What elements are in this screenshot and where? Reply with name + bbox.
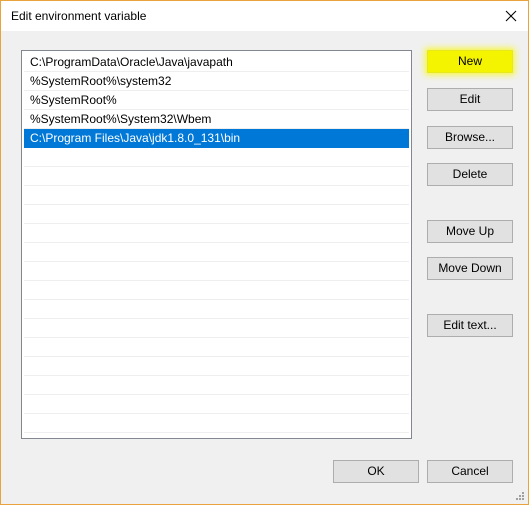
path-list-empty-row[interactable] (24, 338, 409, 357)
path-list-item[interactable]: %SystemRoot%\system32 (24, 72, 409, 91)
path-list-empty-row[interactable] (24, 395, 409, 414)
path-list-empty-row[interactable] (24, 148, 409, 167)
move-down-button[interactable]: Move Down (427, 257, 513, 280)
path-list-empty-row[interactable] (24, 357, 409, 376)
path-list-empty-row[interactable] (24, 224, 409, 243)
path-list-empty-row[interactable] (24, 300, 409, 319)
path-list-empty-row[interactable] (24, 376, 409, 395)
window-title: Edit environment variable (11, 9, 147, 23)
close-button[interactable] (494, 1, 528, 31)
path-list-rows: C:\ProgramData\Oracle\Java\javapath %Syst… (24, 53, 409, 433)
path-list-empty-row[interactable] (24, 281, 409, 300)
path-list-item[interactable]: %SystemRoot%\System32\Wbem (24, 110, 409, 129)
cancel-button[interactable]: Cancel (427, 460, 513, 483)
path-list-item[interactable]: C:\Program Files\Java\jdk1.8.0_131\bin (24, 129, 409, 148)
edit-button[interactable]: Edit (427, 88, 513, 111)
edit-text-button[interactable]: Edit text... (427, 314, 513, 337)
path-list-empty-row[interactable] (24, 186, 409, 205)
browse-button[interactable]: Browse... (427, 126, 513, 149)
close-icon (505, 10, 517, 22)
path-list-empty-row[interactable] (24, 205, 409, 224)
delete-button[interactable]: Delete (427, 163, 513, 186)
path-list-item[interactable]: %SystemRoot% (24, 91, 409, 110)
new-button[interactable]: New (427, 50, 513, 73)
ok-button[interactable]: OK (333, 460, 419, 483)
path-list-empty-row[interactable] (24, 262, 409, 281)
path-list[interactable]: C:\ProgramData\Oracle\Java\javapath %Syst… (21, 50, 412, 439)
resize-grip-icon[interactable] (515, 491, 525, 501)
move-up-button[interactable]: Move Up (427, 220, 513, 243)
path-list-empty-row[interactable] (24, 243, 409, 262)
path-list-item[interactable]: C:\ProgramData\Oracle\Java\javapath (24, 53, 409, 72)
edit-environment-variable-dialog: Edit environment variable C:\ProgramData… (0, 0, 529, 505)
path-list-empty-row[interactable] (24, 167, 409, 186)
path-list-empty-row[interactable] (24, 319, 409, 338)
path-list-empty-row[interactable] (24, 414, 409, 433)
title-bar: Edit environment variable (1, 1, 528, 31)
